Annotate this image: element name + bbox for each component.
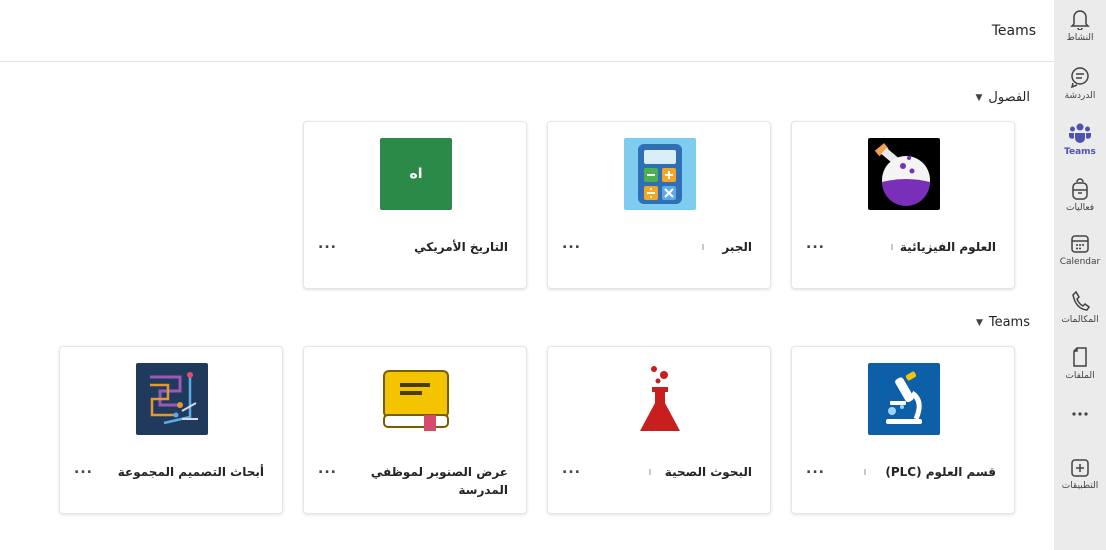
team-card-algebra[interactable]: الجبر ...	[547, 121, 771, 289]
add-apps-icon	[1071, 459, 1089, 477]
rail-item-files[interactable]: الملفات	[1054, 346, 1106, 402]
rail-label: فعاليات	[1065, 203, 1095, 213]
bell-icon	[1070, 10, 1090, 30]
card-divider	[702, 244, 704, 250]
team-card-name: البحوث الصحية	[664, 465, 752, 479]
more-options-button[interactable]: ...	[318, 461, 337, 477]
rail-label: التطبيقات	[1061, 481, 1099, 491]
circuit-icon	[136, 363, 208, 435]
calculator-icon	[624, 138, 696, 210]
section-teams-toggle[interactable]: Teams ▼	[976, 315, 1030, 330]
microscope-icon	[868, 363, 940, 435]
phone-icon	[1072, 290, 1090, 311]
section-classes-label: الفصول	[988, 90, 1030, 105]
rail-item-chat[interactable]: الدردشة	[1054, 66, 1106, 122]
teams-content: الفصول ▼ العلوم الفيزيائية ... الجبر ...…	[0, 62, 1054, 550]
card-divider	[864, 469, 866, 475]
rail-label: المكالمات	[1061, 315, 1099, 325]
team-card-name: التاريخ الأمريكي	[414, 240, 508, 254]
team-card-science-plc[interactable]: قسم العلوم (PLC) ...	[791, 346, 1015, 514]
team-initials: اه	[409, 166, 423, 182]
team-card-name: أبحاث التصميم المجموعة	[117, 465, 264, 479]
team-card-name: الجبر	[722, 240, 752, 254]
initials-icon: اه	[380, 138, 452, 210]
rail-item-calendar[interactable]: Calendar	[1054, 234, 1106, 290]
more-options-button[interactable]: ...	[562, 461, 581, 477]
calendar-icon	[1071, 235, 1089, 253]
more-options-button[interactable]: ...	[806, 461, 825, 477]
rail-label: Calendar	[1059, 257, 1101, 267]
rail-item-teams[interactable]: Teams	[1054, 122, 1106, 178]
rail-item-assignments[interactable]: فعاليات	[1054, 178, 1106, 234]
rail-label: النشاط	[1066, 33, 1094, 43]
section-classes-toggle[interactable]: الفصول ▼	[975, 90, 1030, 105]
team-card-school-staff[interactable]: عرض الصنوبر لموظفي المدرسة ...	[303, 346, 527, 514]
beaker-icon	[624, 363, 696, 435]
team-card-physical-science[interactable]: العلوم الفيزيائية ...	[791, 121, 1015, 289]
caret-down-icon: ▼	[975, 92, 983, 103]
more-options-button[interactable]: ...	[562, 236, 581, 252]
app-bar: النشاط الدردشة Teams فعاليات Calendar ال…	[1054, 0, 1106, 550]
rail-item-more[interactable]	[1054, 404, 1106, 460]
rail-item-calls[interactable]: المكالمات	[1054, 290, 1106, 346]
rail-label: Teams	[1064, 147, 1096, 157]
rail-label: الملفات	[1065, 371, 1095, 381]
page-title: Teams	[991, 23, 1036, 39]
file-icon	[1073, 347, 1087, 367]
more-options-button[interactable]: ...	[74, 461, 93, 477]
card-divider	[891, 244, 893, 250]
more-options-button[interactable]: ...	[806, 236, 825, 252]
flask-icon	[868, 138, 940, 210]
team-card-name: العلوم الفيزيائية	[899, 240, 996, 254]
card-divider	[649, 469, 651, 475]
book-icon	[380, 363, 452, 435]
rail-label: الدردشة	[1064, 91, 1096, 101]
more-options-button[interactable]: ...	[318, 236, 337, 252]
main-area: Teams الفصول ▼ العلوم الفيزيائية ... الج…	[0, 0, 1054, 550]
team-card-name: عرض الصنوبر لموظفي المدرسة	[370, 465, 508, 497]
caret-down-icon: ▼	[975, 317, 983, 328]
team-card-american-history[interactable]: اه التاريخ الأمريكي ...	[303, 121, 527, 289]
team-card-design-research[interactable]: أبحاث التصميم المجموعة ...	[59, 346, 283, 514]
header: Teams	[0, 0, 1054, 62]
chat-icon	[1070, 67, 1089, 88]
teams-icon	[1069, 123, 1091, 143]
backpack-icon	[1072, 178, 1088, 200]
section-teams-label: Teams	[988, 315, 1030, 330]
team-card-health-research[interactable]: البحوث الصحية ...	[547, 346, 771, 514]
team-card-name: قسم العلوم (PLC)	[885, 465, 996, 479]
rail-item-activity[interactable]: النشاط	[1054, 8, 1106, 64]
more-icon	[1072, 412, 1088, 416]
rail-item-apps[interactable]: التطبيقات	[1054, 458, 1106, 514]
